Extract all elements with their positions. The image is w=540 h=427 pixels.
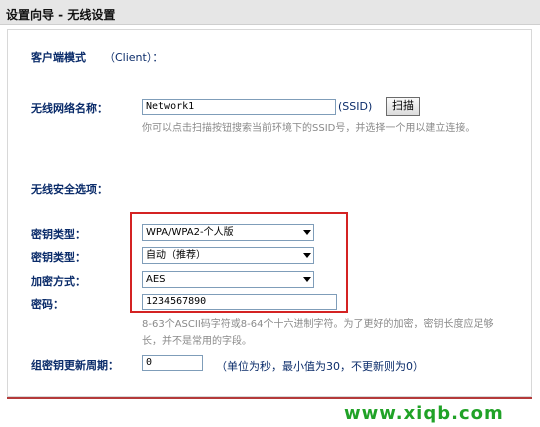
password-label: 密码： [31, 298, 64, 311]
dropdown-arrow-icon [303, 253, 311, 258]
ssid-input[interactable]: Network1 [142, 99, 336, 115]
key-type-select-value: WPA/WPA2-个人版 [146, 227, 234, 238]
dropdown-arrow-icon [303, 230, 311, 235]
group-key-renew-input[interactable]: 0 [142, 355, 203, 371]
ssid-suffix: (SSID) [338, 100, 373, 113]
window-title: 设置向导 - 无线设置 [6, 8, 116, 22]
group-key-renew-note: （单位为秒，最小值为30，不更新则为0） [216, 360, 424, 373]
scan-button[interactable]: 扫描 [386, 97, 420, 116]
client-mode-label: 客户端模式 [31, 51, 86, 64]
security-options-title: 无线安全选项： [31, 183, 108, 196]
key-type-select-2-value: 自动（推荐） [146, 250, 206, 261]
client-mode-value: （Client）： [104, 51, 164, 64]
watermark: www.xiqb.com [344, 403, 504, 424]
ssid-hint: 你可以点击扫描按钮搜索当前环境下的SSID号，并选择一个用以建立连接。 [142, 123, 476, 134]
encryption-select-value: AES [146, 274, 166, 285]
encryption-select[interactable]: AES [142, 271, 314, 288]
dropdown-arrow-icon [303, 277, 311, 282]
ssid-label: 无线网络名称： [31, 102, 108, 115]
title-bar: 设置向导 - 无线设置 [0, 0, 540, 25]
key-type-select[interactable]: WPA/WPA2-个人版 [142, 224, 314, 241]
key-type-label-2: 密钥类型： [31, 251, 86, 264]
group-key-renew-label: 组密钥更新周期： [31, 359, 119, 372]
encryption-label: 加密方式： [31, 275, 86, 288]
key-type-label: 密钥类型： [31, 228, 86, 241]
password-hint: 8-63个ASCII码字符或8-64个十六进制字符。为了更好的加密，密钥长度应足… [142, 319, 494, 347]
key-type-select-2[interactable]: 自动（推荐） [142, 247, 314, 264]
password-input[interactable]: 1234567890 [142, 294, 337, 310]
